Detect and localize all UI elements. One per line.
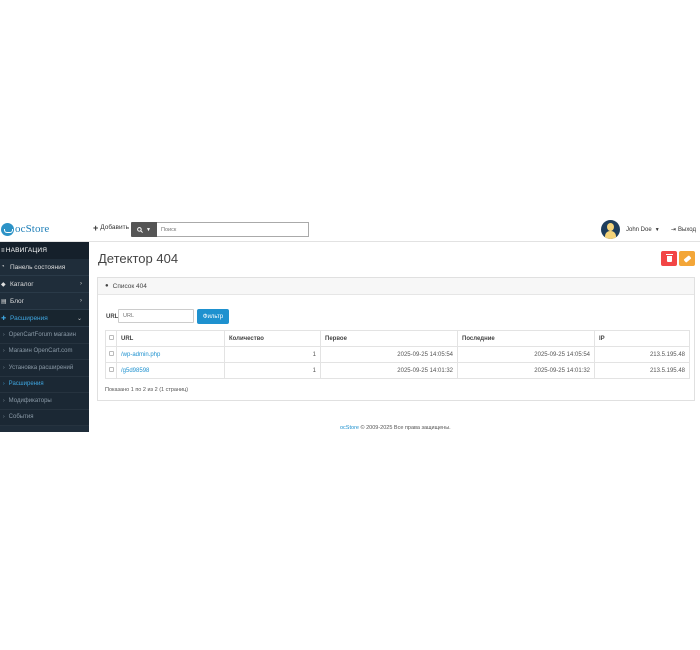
logout-link[interactable]: ⇥ Выход: [671, 226, 696, 234]
logout-label: Выход: [678, 226, 696, 233]
cell-first: 2025-09-25 14:05:54: [320, 346, 458, 363]
add-button[interactable]: + Добавить: [93, 222, 129, 233]
select-all-checkbox[interactable]: [108, 335, 114, 340]
page-title: Детектор 404: [98, 251, 179, 266]
delete-button[interactable]: [661, 251, 677, 266]
column-header-first[interactable]: Первое: [320, 330, 458, 347]
logo-text: ocStore: [15, 223, 50, 235]
clear-button[interactable]: [679, 251, 695, 266]
list-panel: ● Список 404 URL Фильтр URL Количество П…: [97, 277, 695, 401]
logo-icon: [1, 222, 14, 236]
cell-ip: 213.5.195.48: [594, 362, 690, 379]
sidebar-item-label: Расширения: [10, 314, 48, 322]
caret-down-icon: ▼: [654, 226, 660, 233]
sidebar-item-blog[interactable]: ▤ Блог ›: [0, 293, 89, 310]
column-header-last[interactable]: Последние: [457, 330, 595, 347]
sidebar-subitem-label: События: [8, 414, 34, 421]
sidebar-subitem-label: Расширения: [8, 381, 44, 388]
angle-right-icon: ›: [3, 331, 5, 338]
tags-icon: ◆: [1, 281, 6, 288]
cell-last: 2025-09-25 14:05:54: [457, 346, 595, 363]
add-button-label: Добавить: [100, 224, 129, 231]
sidebar-item-catalog[interactable]: ◆ Каталог ›: [0, 276, 89, 293]
sidebar-item-label: Каталог: [10, 280, 34, 288]
chevron-right-icon: ›: [80, 281, 82, 287]
book-icon: ▤: [1, 298, 7, 305]
sidebar: ≡ НАВИГАЦИЯ ◔ Панель состояния ◆ Каталог …: [0, 242, 89, 432]
cell-url: /g5d98598: [116, 362, 225, 379]
filter-url-input[interactable]: [118, 309, 194, 323]
panel-heading: ● Список 404: [98, 278, 694, 295]
sidebar-subitem-label: OpenCartForum магазин: [8, 331, 76, 338]
logo[interactable]: ocStore: [1, 222, 49, 236]
user-menu[interactable]: John Doe ▼: [601, 220, 660, 239]
sidebar-subitem-label: Магазин OpenCart.com: [8, 348, 73, 355]
row-checkbox[interactable]: [108, 367, 114, 372]
table-header-row: URL Количество Первое Последние IP: [105, 330, 690, 347]
row-select-cell: [105, 362, 117, 379]
select-all-cell: [105, 330, 117, 347]
footer: ocStore © 2009-2025 Все права защищены.: [340, 425, 451, 431]
cell-last: 2025-09-25 14:01:32: [457, 362, 595, 379]
sidebar-subitem-installer[interactable]: › Установка расширений: [0, 360, 89, 377]
url-link[interactable]: /wp-admin.php: [121, 352, 160, 358]
sidebar-title: ≡ НАВИГАЦИЯ: [0, 242, 89, 259]
puzzle-icon: ✚: [1, 315, 7, 322]
chevron-down-icon: ⌄: [76, 315, 82, 322]
filter-button[interactable]: Фильтр: [197, 309, 229, 324]
dashboard-icon: ◔: [1, 264, 5, 270]
results-table: URL Количество Первое Последние IP /wp-a…: [105, 330, 690, 379]
cell-url: /wp-admin.php: [116, 346, 225, 363]
sidebar-subitem-modifications[interactable]: › Модификаторы: [0, 393, 89, 410]
table-row: /g5d98598 1 2025-09-25 14:01:32 2025-09-…: [105, 362, 690, 379]
sidebar-item-extensions[interactable]: ✚ Расширения ⌄: [0, 310, 89, 327]
exclamation-circle-icon: ●: [105, 283, 109, 289]
sidebar-subitem-opencart-store[interactable]: › Магазин OpenCart.com: [0, 343, 89, 360]
angle-right-icon: ›: [3, 397, 5, 404]
user-name: John Doe: [626, 226, 652, 233]
row-checkbox[interactable]: [108, 351, 114, 356]
cell-ip: 213.5.195.48: [594, 346, 690, 363]
url-link[interactable]: /g5d98598: [121, 368, 149, 374]
footer-copyright: © 2009-2025 Все права защищены.: [358, 425, 451, 431]
cell-count: 1: [224, 346, 321, 363]
sidebar-subitem-extensions[interactable]: › Расширения: [0, 376, 89, 393]
sign-out-icon: ⇥: [671, 227, 677, 233]
eraser-icon: [683, 254, 691, 263]
row-select-cell: [105, 346, 117, 363]
footer-brand-link[interactable]: ocStore: [340, 425, 359, 431]
cell-first: 2025-09-25 14:01:32: [320, 362, 458, 379]
search-button[interactable]: ▼: [131, 222, 157, 237]
plus-icon: +: [93, 222, 99, 233]
column-header-count[interactable]: Количество: [224, 330, 321, 347]
bars-icon: ≡: [1, 247, 5, 254]
search-bar: ▼: [131, 222, 309, 237]
search-icon: [137, 226, 143, 233]
sidebar-item-label: Блог: [10, 297, 25, 305]
avatar: [601, 220, 620, 239]
cell-count: 1: [224, 362, 321, 379]
angle-right-icon: ›: [3, 381, 5, 388]
chevron-right-icon: ›: [80, 298, 82, 304]
sidebar-subitem-events[interactable]: › События: [0, 409, 89, 426]
column-header-url[interactable]: URL: [116, 330, 225, 347]
sidebar-subitem-label: Установка расширений: [8, 364, 74, 371]
caret-down-icon: ▼: [146, 226, 151, 233]
angle-right-icon: ›: [3, 364, 5, 371]
trash-icon: [665, 253, 673, 262]
sidebar-subitem-label: Модификаторы: [8, 397, 52, 404]
app-window: ocStore + Добавить ▼ John Doe ▼ ⇥ Выход …: [0, 217, 700, 432]
sidebar-item-dashboard[interactable]: ◔ Панель состояния: [0, 259, 89, 276]
angle-right-icon: ›: [3, 348, 5, 355]
sidebar-item-label: Панель состояния: [10, 263, 66, 271]
top-header: ocStore + Добавить ▼ John Doe ▼ ⇥ Выход: [0, 217, 700, 242]
panel-title: Список 404: [112, 282, 147, 290]
angle-right-icon: ›: [3, 414, 5, 421]
search-input[interactable]: [157, 222, 309, 237]
sidebar-subitem-ocforum[interactable]: › OpenCartForum магазин: [0, 327, 89, 344]
column-header-ip[interactable]: IP: [594, 330, 690, 347]
pagination-text: Показано 1 по 2 из 2 (1 страниц): [105, 387, 189, 393]
filter-url-label: URL: [106, 314, 119, 320]
table-row: /wp-admin.php 1 2025-09-25 14:05:54 2025…: [105, 346, 690, 363]
